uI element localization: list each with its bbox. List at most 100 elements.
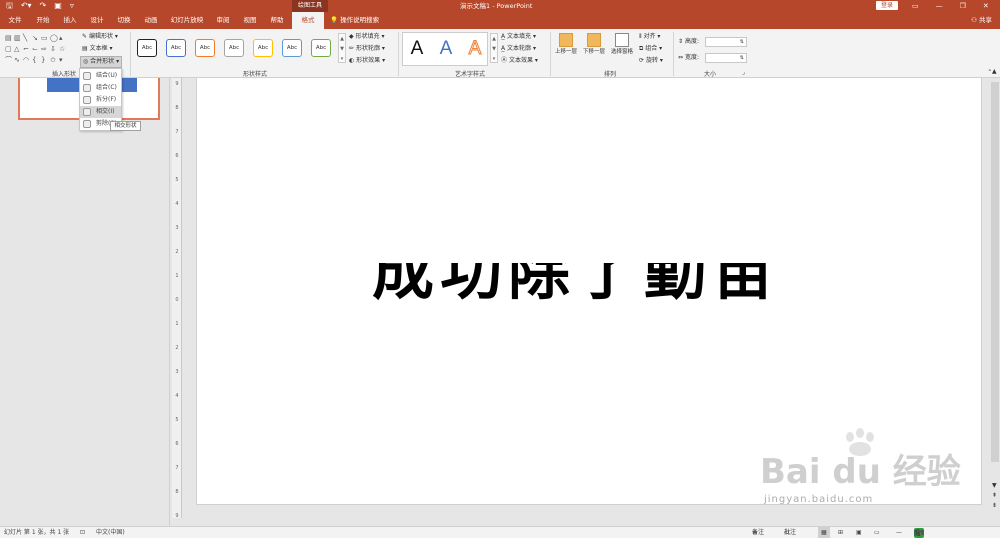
language-indicator[interactable]: 中文(中国) [96, 527, 125, 538]
wordart-scroller[interactable]: ▲ ▼ ▾ [490, 33, 498, 63]
arrow-line-shape-icon[interactable]: ↘ [32, 33, 40, 43]
brace-right-shape-icon[interactable]: } [41, 55, 49, 65]
width-input[interactable]: ⇅ [705, 53, 747, 63]
tab-animations[interactable]: 动画 [140, 12, 162, 29]
spellcheck-icon[interactable]: ⊡ [80, 527, 85, 538]
tab-design[interactable]: 设计 [86, 12, 108, 29]
text-box-button[interactable]: ▤ 文本框 ▾ [82, 44, 113, 54]
send-backward-button[interactable]: 下移一层 [583, 33, 605, 56]
tab-insert[interactable]: 插入 [59, 12, 81, 29]
bring-forward-button[interactable]: 上移一层 [555, 33, 577, 56]
shape-style-blue[interactable]: Abc [166, 39, 186, 57]
present-icon[interactable]: ▣ [54, 1, 62, 11]
more-shapes-icon[interactable]: ▴ [59, 33, 67, 43]
scroll-down-icon[interactable]: ▼ [992, 482, 997, 489]
wordart-style-orange-outline[interactable]: A [462, 37, 488, 61]
text-effects-button[interactable]: Ⓐ 文本效果 ▾ [501, 56, 538, 66]
tab-transitions[interactable]: 切换 [113, 12, 135, 29]
tab-help[interactable]: 帮助 [266, 12, 288, 29]
shapes-gallery[interactable]: ▤ ▥ ╲ ↘ ▭ ◯ ▴ ▢ △ ⌐ ⌙ ⇨ ⇩ ☆ ⌒ ∿ ◠ { } ✩ … [5, 33, 67, 65]
expand-gallery-icon[interactable]: ▾ [339, 54, 345, 64]
close-icon[interactable]: ✕ [983, 0, 989, 12]
scroll-up-icon[interactable]: ▲ [339, 34, 345, 44]
line-shape-icon[interactable]: ╲ [23, 33, 31, 43]
menu-item-combine[interactable]: 组合(C) [80, 82, 121, 94]
zoom-out-icon[interactable]: — [896, 527, 902, 538]
rectangle-shape-icon[interactable]: ▭ [41, 33, 49, 43]
ribbon-display-icon[interactable]: ▭ [912, 0, 919, 12]
redo-icon[interactable]: ↷ [40, 1, 47, 11]
height-input[interactable]: ⇅ [705, 37, 747, 47]
restore-icon[interactable]: ❐ [960, 0, 966, 12]
shape-style-gray[interactable]: Abc [224, 39, 244, 57]
shape-styles-scroller[interactable]: ▲ ▼ ▾ [338, 33, 346, 63]
textbox-shape-icon[interactable]: ▤ [5, 33, 13, 43]
login-button[interactable]: 登录 [876, 1, 898, 10]
shape-style-lightblue[interactable]: Abc [282, 39, 302, 57]
brace-left-shape-icon[interactable]: { [32, 55, 40, 65]
scroll-down-icon[interactable]: ▼ [491, 44, 497, 54]
down-arrow-shape-icon[interactable]: ⇩ [50, 44, 58, 54]
normal-view-icon[interactable]: ▦ [818, 527, 830, 538]
horizontal-scrollbar[interactable] [172, 518, 1000, 526]
vertical-textbox-shape-icon[interactable]: ▥ [14, 33, 22, 43]
menu-item-union[interactable]: 结合(U) [80, 70, 121, 82]
tab-review[interactable]: 审阅 [212, 12, 234, 29]
merge-shapes-button[interactable]: ◎ 合并形状 ▾ [80, 56, 123, 68]
shape-style-gold[interactable]: Abc [253, 39, 273, 57]
customize-qat-icon[interactable]: ▿ [70, 1, 74, 11]
star-shape-icon[interactable]: ☆ [59, 44, 67, 54]
scroll-down-icon[interactable]: ▼ [339, 44, 345, 54]
star5-shape-icon[interactable]: ✩ [50, 55, 58, 65]
curve-shape-icon[interactable]: ∿ [14, 55, 22, 65]
save-icon[interactable]: 🖫 [6, 1, 13, 11]
undo-icon[interactable]: ↶▾ [21, 1, 32, 11]
scroll-up-icon[interactable]: ▲ [491, 34, 497, 44]
reading-view-icon[interactable]: ▣ [856, 527, 862, 538]
shape-style-black[interactable]: Abc [137, 39, 157, 57]
freeform-shape-icon[interactable]: ⌒ [5, 55, 13, 65]
tell-me-search[interactable]: 💡 操作说明搜索 [330, 12, 388, 29]
group-button[interactable]: ⧉ 组合 ▾ [639, 44, 662, 54]
oval-shape-icon[interactable]: ◯ [50, 33, 58, 43]
scroll-up-icon[interactable]: ▲ [992, 68, 997, 75]
minimize-icon[interactable]: — [936, 0, 943, 12]
selection-pane-button[interactable]: 选择窗格 [611, 33, 633, 56]
rotate-button[interactable]: ⟳ 旋转 ▾ [639, 56, 663, 66]
text-outline-button[interactable]: A̲ 文本轮廓 ▾ [501, 44, 536, 54]
tab-view[interactable]: 视图 [239, 12, 261, 29]
prev-slide-icon[interactable]: ⇞ [992, 492, 997, 499]
shape-style-green[interactable]: Abc [311, 39, 331, 57]
tab-home[interactable]: 开始 [32, 12, 54, 29]
shape-fill-button[interactable]: ◆ 形状填充 ▾ [349, 32, 384, 42]
slideshow-icon[interactable]: ▭ [874, 527, 880, 538]
tab-file[interactable]: 文件 [4, 12, 26, 29]
curve-connector-shape-icon[interactable]: ⌙ [32, 44, 40, 54]
menu-item-fragment[interactable]: 拆分(F) [80, 94, 121, 106]
edit-shape-button[interactable]: ✎ 编辑形状 ▾ [82, 32, 118, 42]
triangle-shape-icon[interactable]: △ [14, 44, 22, 54]
elbow-connector-shape-icon[interactable]: ⌐ [23, 44, 31, 54]
ime-settings-icon[interactable]: ✎ [914, 528, 920, 538]
arc-shape-icon[interactable]: ◠ [23, 55, 31, 65]
expand-shapes-icon[interactable]: ▾ [59, 55, 67, 65]
text-fill-button[interactable]: A̲ 文本填充 ▾ [501, 32, 536, 42]
shape-outline-button[interactable]: ✏ 形状轮廓 ▾ [349, 44, 385, 54]
align-button[interactable]: ⫴ 对齐 ▾ [639, 32, 660, 42]
wordart-style-black[interactable]: A [404, 37, 430, 61]
tab-slideshow[interactable]: 幻灯片放映 [167, 12, 207, 29]
menu-item-intersect[interactable]: 相交(I) [80, 106, 121, 118]
rounded-rect-shape-icon[interactable]: ▢ [5, 44, 13, 54]
expand-gallery-icon[interactable]: ▾ [491, 54, 497, 64]
size-dialog-launcher-icon[interactable]: ⌟ [742, 69, 745, 76]
slide-sorter-icon[interactable]: ⊞ [838, 527, 843, 538]
next-slide-icon[interactable]: ⇟ [992, 502, 997, 509]
tab-format[interactable]: 格式 [292, 12, 324, 29]
shape-effects-button[interactable]: ◐ 形状效果 ▾ [349, 56, 385, 66]
vertical-scrollbar[interactable]: ▲ ▼ ⇞ ⇟ [990, 62, 1000, 518]
scrollbar-thumb[interactable] [991, 82, 999, 462]
intersected-text-shape[interactable]: 成功除了勤苗 [372, 263, 780, 325]
right-arrow-shape-icon[interactable]: ⇨ [41, 44, 49, 54]
wordart-style-blue[interactable]: A [433, 37, 459, 61]
share-button[interactable]: ⚇ 共享 [971, 12, 992, 29]
